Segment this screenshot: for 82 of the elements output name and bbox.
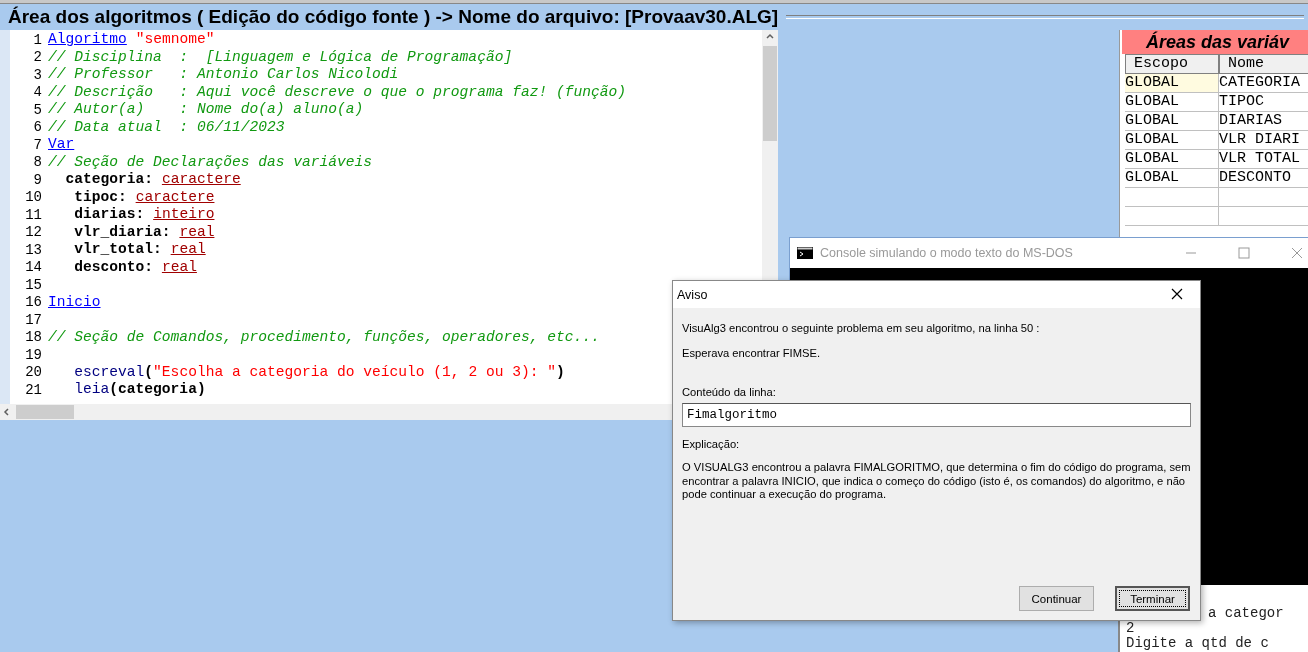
output-line: a categor [1208,606,1284,621]
code-token: (categoria) [109,381,206,399]
code-token: ) [555,363,565,381]
console-icon [797,247,813,259]
line-number: 13 [24,241,43,258]
line-number: 19 [24,346,43,363]
code-token: tipoc: [73,188,127,206]
scroll-thumb[interactable] [763,46,777,141]
table-cell: GLOBAL [1125,93,1219,112]
table-cell: CATEGORIA [1219,74,1308,93]
output-line: Digite a qtd de c [1126,636,1269,651]
line-number: 5 [32,101,43,118]
code-token: vlr_total: [73,241,162,259]
code-token: "semnome" [135,31,215,49]
table-cell: GLOBAL [1125,131,1219,150]
code-token: vlr_diaria: [73,223,171,241]
code-token: real [161,258,197,276]
line-number: 15 [24,276,43,293]
line-number: 2 [32,49,43,66]
line-number: 9 [32,171,43,188]
dialog-button[interactable]: Continuar [1019,586,1094,611]
table-cell: GLOBAL [1125,169,1219,188]
table-cell: VLR TOTAL [1219,150,1308,169]
window-title: Console simulando o modo texto do MS-DOS [820,246,1074,260]
table-cell: VLR DIARI [1219,131,1308,150]
line-number: 12 [24,224,43,241]
code-token: categoria: [64,171,154,189]
output-line: 2 [1126,621,1135,636]
table-cell: DESCONTO [1219,169,1308,188]
code-token: Var [48,136,75,154]
line-number: 20 [24,364,43,381]
code-token: "Escolha a categoria do veículo (1, 2 ou 3): " [153,363,556,381]
code-token: // Seção de Comandos, procedimento, funções, operadores, etc... [48,328,600,346]
code-token: Algoritmo [48,31,127,49]
column-header: Escopo [1125,54,1219,74]
code-token: Inicio [48,293,101,311]
code-token: // Autor(a) : Nome do(a) aluno(a) [48,101,364,119]
code-token: diarias: [73,206,145,224]
table-cell: GLOBAL [1125,74,1219,93]
error-message: VisuAlg3 encontrou o seguinte problema em seu algoritmo, na linha 50 : [682,322,1041,336]
code-token: // Data atual : 06/11/2023 [48,118,285,136]
code-token: // Professor : Antonio Carlos Nicolodi [48,66,399,84]
line-number: 7 [32,136,43,153]
line-number: 10 [24,189,43,206]
code-token: // Seção de Declarações das variáveis [48,153,373,171]
code-token: inteiro [153,206,215,224]
line-number: 6 [32,119,43,136]
line-number: 17 [24,311,43,328]
line-number: 4 [32,84,43,101]
line-number: 18 [24,329,43,346]
code-token: real [170,241,206,259]
explanation-text: O VISUALG3 encontrou a palavra FIMALGORITMO, que determina o fim do código do programa, sem encontrar a palavra INICIO, que indica o começo do código (isto é, os comandos) do algoritmo, e não pode continuar a execução do programa. [682,461,1191,502]
table-cell: GLOBAL [1125,150,1219,169]
line-number: 3 [32,66,43,83]
table-cell: TIPOC [1219,93,1308,112]
line-number: 21 [24,381,43,398]
line-number: 11 [24,206,43,223]
field-label: Conteúdo da linha: [682,386,777,400]
table-cell: DIARIAS [1219,112,1308,131]
scroll-thumb[interactable] [16,405,74,419]
panel-title: Áreas das variáv [1122,30,1308,54]
code-token: leia [73,381,110,399]
code-token: caractere [135,188,215,206]
code-token: ( [144,363,154,381]
line-number: 14 [24,259,43,276]
dialog-button[interactable]: Terminar [1115,586,1190,611]
code-token: real [179,223,215,241]
error-detail: Esperava encontrar FIMSE. [682,346,822,360]
line-number: 16 [24,294,43,311]
dialog-title: Aviso [677,287,709,302]
line-content-field[interactable]: Fimalgoritmo [682,402,1191,427]
column-header: Nome [1219,54,1308,74]
code-token: desconto: [73,258,154,276]
code-token: // Descrição : Aqui você descreve o que o programa faz! (função) [48,83,626,101]
code-token: // Disciplina : [Linguagem e Lógica de Programação] [48,48,513,66]
table-cell: GLOBAL [1125,112,1219,131]
line-number: 8 [32,154,43,171]
panel-title: Área dos algoritmos ( Edição do código fonte ) -> Nome do arquivo: [Provaav30.ALG] [8,6,779,28]
code-token: escreval [73,363,145,381]
code-token: caractere [161,171,241,189]
field-label: Explicação: [682,437,741,451]
line-number: 1 [32,31,43,48]
